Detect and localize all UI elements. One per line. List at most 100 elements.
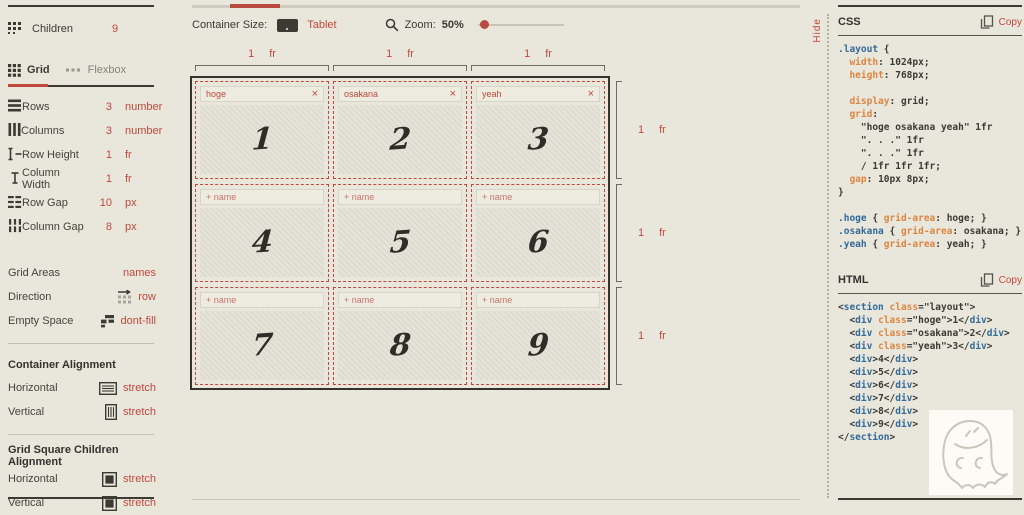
grid-cell-1[interactable]: hoge × 1 — [195, 81, 329, 179]
option-value[interactable]: names — [123, 267, 156, 279]
cell-name-field[interactable]: osakana × — [338, 86, 462, 102]
hide-panel-button[interactable]: Hide — [812, 18, 823, 43]
copy-css-button[interactable]: Copy — [980, 15, 1022, 29]
option-value[interactable]: stretch — [123, 382, 156, 394]
option-value[interactable]: row — [138, 291, 156, 303]
column-ruler: 1 fr 1 fr 1 fr — [195, 48, 605, 71]
property-unit[interactable]: number — [112, 125, 162, 137]
code-line: <div>6</div> — [838, 380, 919, 391]
cell-name-field[interactable]: + name — [476, 189, 600, 205]
cell-name-input[interactable]: + name — [344, 192, 374, 202]
grid-options-list: Grid Areas names Direction row Empty Space do… — [8, 261, 180, 333]
css-section: CSS Copy .layout { width: 1024px; height… — [838, 9, 1022, 251]
cell-number: 7 — [250, 327, 274, 364]
children-label: Children — [32, 23, 73, 35]
grid-cell-4[interactable]: + name 4 — [195, 184, 329, 282]
code-line: display: grid; — [849, 96, 930, 107]
cell-name-input[interactable]: + name — [482, 192, 512, 202]
option-value[interactable]: stretch — [123, 473, 156, 485]
column-size-label[interactable]: 1 fr — [524, 48, 552, 60]
copy-icon — [980, 15, 994, 29]
property-unit[interactable]: px — [112, 197, 156, 209]
columns-icon — [8, 122, 21, 140]
html-header: HTML Copy — [838, 267, 1022, 293]
cell-name-input[interactable]: + name — [206, 192, 236, 202]
ghost-mascot-image — [929, 410, 1013, 495]
property-unit[interactable]: px — [112, 221, 156, 233]
grid-cell-5[interactable]: + name 5 — [333, 184, 467, 282]
divider — [838, 35, 1022, 36]
cell-name-field[interactable]: + name — [338, 292, 462, 308]
cell-name-field[interactable]: + name — [200, 189, 324, 205]
grid-cell-9[interactable]: + name 9 — [471, 287, 605, 385]
tab-grid-label: Grid — [27, 64, 50, 76]
horizontal-scrollbar[interactable] — [192, 4, 800, 8]
property-value[interactable]: 3 — [90, 101, 112, 113]
option-value[interactable]: stretch — [123, 406, 156, 418]
zoom-label: Zoom: — [404, 19, 436, 31]
close-icon[interactable]: × — [588, 88, 594, 100]
cell-number: 2 — [388, 121, 412, 158]
cell-name-field[interactable]: yeah × — [476, 86, 600, 102]
cell-hatch-area: 8 — [338, 311, 462, 380]
property-value[interactable]: 1 — [90, 149, 112, 161]
row-size-label[interactable]: 1 fr — [638, 124, 666, 136]
tab-flexbox[interactable]: Flexbox — [65, 64, 126, 76]
option-row-horizontal: Horizontal stretch — [8, 467, 156, 491]
row-ruler-segment-1: 1 fr — [616, 81, 666, 179]
option-row-empty-space: Empty Space dont-fill — [8, 309, 156, 333]
close-icon[interactable]: × — [312, 88, 318, 100]
grid-icon — [8, 63, 21, 77]
children-alignment-list: Horizontal stretch Vertical stretch — [8, 467, 180, 515]
children-value[interactable]: 9 — [110, 23, 156, 35]
property-label: Rows — [22, 101, 50, 113]
property-value[interactable]: 10 — [90, 197, 112, 209]
cell-name-input[interactable]: + name — [482, 295, 512, 305]
cell-name-field[interactable]: + name — [200, 292, 324, 308]
property-unit[interactable]: fr — [112, 149, 156, 161]
grid-cell-3[interactable]: yeah × 3 — [471, 81, 605, 179]
panel-top-divider — [838, 5, 1022, 7]
code-line: gap: 10px 8px; — [849, 174, 930, 185]
row-size-label[interactable]: 1 fr — [638, 330, 666, 342]
row-size-label[interactable]: 1 fr — [638, 227, 666, 239]
divider — [8, 343, 154, 344]
css-title: CSS — [838, 16, 861, 28]
property-value[interactable]: 1 — [90, 173, 112, 185]
code-line: / 1fr 1fr 1fr; — [838, 161, 941, 172]
column-size-label[interactable]: 1 fr — [386, 48, 414, 60]
cell-name-input[interactable]: + name — [344, 295, 374, 305]
property-unit[interactable]: number — [112, 101, 162, 113]
canvas-area: Container Size: Tablet Zoom: 50% 1 fr 1 fr 1… — [180, 0, 810, 506]
zoom-slider-thumb[interactable] — [479, 20, 489, 29]
cell-name-input[interactable]: + name — [206, 295, 236, 305]
cell-number: 9 — [526, 327, 550, 364]
flexbox-icon — [65, 66, 82, 74]
cell-name-input[interactable]: yeah — [482, 89, 502, 99]
tablet-icon[interactable] — [277, 18, 299, 32]
grid-cell-2[interactable]: osakana × 2 — [333, 81, 467, 179]
property-value[interactable]: 3 — [90, 125, 112, 137]
scrollbar-thumb[interactable] — [230, 4, 280, 8]
column-size-label[interactable]: 1 fr — [248, 48, 276, 60]
cell-name-field[interactable]: + name — [338, 189, 462, 205]
property-unit[interactable]: fr — [112, 173, 156, 185]
property-value[interactable]: 8 — [90, 221, 112, 233]
option-value[interactable]: dont-fill — [121, 315, 156, 327]
code-line: ". . ." 1fr — [838, 148, 924, 159]
container-size-value[interactable]: Tablet — [307, 19, 336, 31]
cell-name-field[interactable]: + name — [476, 292, 600, 308]
grid-cell-7[interactable]: + name 7 — [195, 287, 329, 385]
align-horizontal-icon — [98, 381, 117, 395]
zoom-slider[interactable] — [477, 20, 564, 29]
cell-name-input[interactable]: osakana — [344, 89, 378, 99]
copy-html-button[interactable]: Copy — [980, 273, 1022, 287]
grid-cell-6[interactable]: + name 6 — [471, 184, 605, 282]
close-icon[interactable]: × — [450, 88, 456, 100]
cell-name-input[interactable]: hoge — [206, 89, 226, 99]
grid-cell-8[interactable]: + name 8 — [333, 287, 467, 385]
canvas-bottom-divider — [192, 499, 800, 500]
tab-grid[interactable]: Grid — [8, 63, 50, 77]
cell-name-field[interactable]: hoge × — [200, 86, 324, 102]
